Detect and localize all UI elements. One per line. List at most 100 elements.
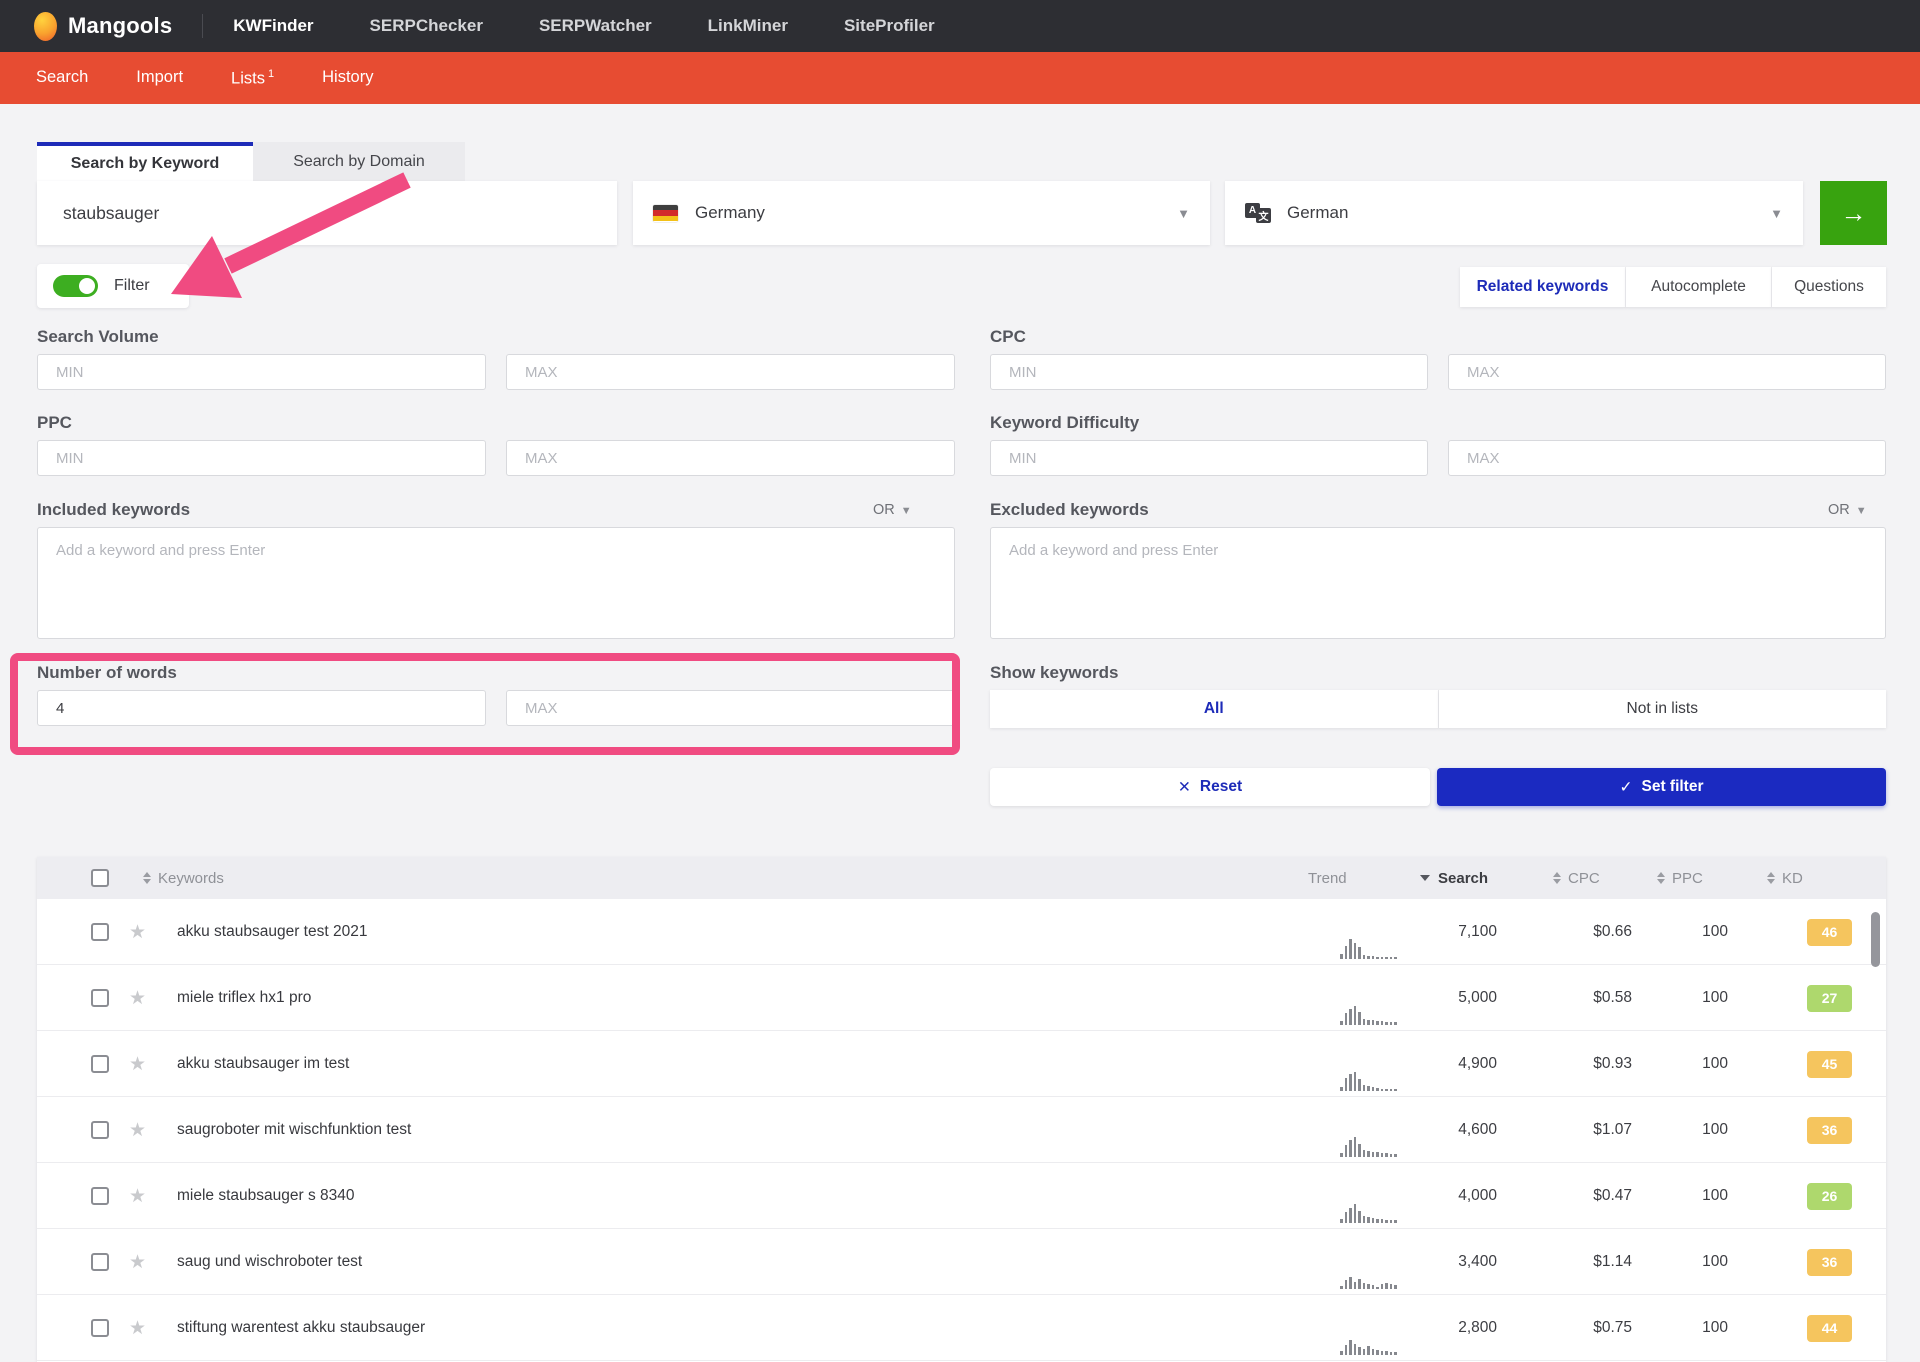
column-keywords[interactable]: Keywords: [143, 857, 224, 899]
keyword-cell[interactable]: miele staubsauger s 8340: [177, 1163, 355, 1229]
kd-badge[interactable]: 46: [1807, 919, 1852, 946]
check-icon: ✓: [1619, 778, 1632, 797]
keyword-difficulty-min-input[interactable]: [990, 440, 1428, 476]
language-select[interactable]: A文 German ▼: [1225, 181, 1803, 245]
cpc-max-input[interactable]: [1448, 354, 1886, 390]
subnav-item-history[interactable]: History: [322, 68, 373, 89]
column-kd[interactable]: KD: [1767, 857, 1803, 899]
keyword-cell[interactable]: saugroboter mit wischfunktion test: [177, 1097, 411, 1163]
set-filter-button[interactable]: ✓Set filter: [1437, 768, 1886, 806]
row-checkbox[interactable]: [91, 1319, 109, 1337]
row-checkbox[interactable]: [91, 1055, 109, 1073]
ppc-cell: 100: [1658, 1229, 1728, 1295]
kd-cell: 36: [1807, 1229, 1852, 1295]
subnav-item-import[interactable]: Import: [136, 68, 183, 89]
kd-badge[interactable]: 36: [1807, 1249, 1852, 1276]
topnav-item-kwfinder[interactable]: KWFinder: [233, 16, 313, 36]
subnav-item-search[interactable]: Search: [36, 68, 88, 89]
included-keywords-input[interactable]: [37, 527, 955, 639]
mangools-logo-icon: [34, 12, 57, 41]
row-checkbox[interactable]: [91, 989, 109, 1007]
excluded-keywords-input[interactable]: [990, 527, 1886, 639]
star-icon[interactable]: ★: [129, 1119, 146, 1142]
ppc-max-input[interactable]: [506, 440, 955, 476]
search-submit-button[interactable]: →: [1820, 181, 1887, 245]
star-icon[interactable]: ★: [129, 1317, 146, 1340]
kd-badge[interactable]: 36: [1807, 1117, 1852, 1144]
kd-badge[interactable]: 45: [1807, 1051, 1852, 1078]
row-checkbox[interactable]: [91, 923, 109, 941]
topnav-item-siteprofiler[interactable]: SiteProfiler: [844, 16, 935, 36]
excluded-operator-value: OR: [1828, 502, 1850, 518]
row-checkbox[interactable]: [91, 1187, 109, 1205]
row-checkbox[interactable]: [91, 1253, 109, 1271]
included-operator-dropdown[interactable]: OR▼: [873, 502, 912, 518]
included-keywords-label: Included keywords: [37, 500, 190, 520]
show-option-not-in-lists[interactable]: Not in lists: [1439, 690, 1887, 728]
keywords-table: Keywords Trend Search CPC PPC KD ★ akku s…: [37, 857, 1886, 1362]
result-tab-autocomplete[interactable]: Autocomplete: [1626, 267, 1772, 307]
keyword-cell[interactable]: akku staubsauger test 2021: [177, 899, 367, 965]
kd-badge[interactable]: 27: [1807, 985, 1852, 1012]
table-row: ★miele triflex hx1 pro5,000$0.5810027: [37, 965, 1886, 1031]
excluded-keywords-label: Excluded keywords: [990, 500, 1149, 520]
keyword-difficulty-max-input[interactable]: [1448, 440, 1886, 476]
star-icon[interactable]: ★: [129, 1053, 146, 1076]
column-search[interactable]: Search: [1420, 857, 1488, 899]
reset-filter-button[interactable]: ✕Reset: [990, 768, 1430, 806]
keyword-cell[interactable]: saug und wischroboter test: [177, 1229, 362, 1295]
select-all-checkbox[interactable]: [91, 869, 109, 887]
topnav-item-serpchecker[interactable]: SERPChecker: [370, 16, 483, 36]
mangools-logo[interactable]: Mangools: [0, 12, 198, 41]
star-icon[interactable]: ★: [129, 921, 146, 944]
table-row: ★ saug und wischroboter test 3,400 $1.14 100…: [37, 1229, 1886, 1295]
search-volume-cell: 4,600: [1377, 1097, 1497, 1163]
kd-badge[interactable]: 44: [1807, 1315, 1852, 1342]
kd-badge[interactable]: 26: [1807, 1183, 1852, 1210]
excluded-operator-dropdown[interactable]: OR▼: [1828, 502, 1867, 518]
included-operator-value: OR: [873, 502, 895, 518]
ppc-min-input[interactable]: [37, 440, 486, 476]
star-icon[interactable]: ★: [129, 987, 146, 1010]
ppc-cell: 100: [1658, 899, 1728, 965]
ppc-cell: 100: [1658, 965, 1728, 1031]
tab-search-by-keyword[interactable]: Search by Keyword: [37, 142, 253, 181]
row-checkbox[interactable]: [91, 1121, 109, 1139]
filter-toggle[interactable]: [53, 275, 98, 297]
table-row: ★ saugroboter mit wischfunktion test 4,600…: [37, 1097, 1886, 1163]
show-keywords-label: Show keywords: [990, 663, 1118, 683]
result-tab-related-keywords[interactable]: Related keywords: [1460, 267, 1626, 307]
search-volume-cell: 3,400: [1377, 1229, 1497, 1295]
filter-toggle-card: Filter: [37, 264, 189, 308]
badge: 1: [268, 68, 274, 80]
location-select[interactable]: Germany ▼: [633, 181, 1210, 245]
result-tab-questions[interactable]: Questions: [1772, 267, 1886, 307]
number-of-words-min-input[interactable]: [37, 690, 486, 726]
cpc-min-input[interactable]: [990, 354, 1428, 390]
tab-search-by-domain[interactable]: Search by Domain: [253, 142, 465, 181]
keyword-search-input[interactable]: [37, 181, 617, 245]
subnav-item-lists[interactable]: Lists1: [231, 68, 274, 89]
star-icon[interactable]: ★: [129, 1251, 146, 1274]
table-header: Keywords Trend Search CPC PPC KD: [37, 857, 1886, 899]
cpc-cell: $1.07: [1537, 1097, 1632, 1163]
keyword-cell[interactable]: akku staubsauger im test: [177, 1031, 349, 1097]
column-cpc[interactable]: CPC: [1553, 857, 1600, 899]
keyword-cell[interactable]: stiftung warentest akku staubsauger: [177, 1295, 425, 1361]
reset-label: Reset: [1200, 778, 1242, 796]
number-of-words-max-input[interactable]: [506, 690, 955, 726]
search-volume-max-input[interactable]: [506, 354, 955, 390]
table-row: ★akku staubsauger im test4,900$0.9310045: [37, 1031, 1886, 1097]
search-volume-cell: 7,100: [1377, 899, 1497, 965]
kd-cell: 45: [1807, 1031, 1852, 1097]
show-option-all[interactable]: All: [990, 690, 1439, 728]
cpc-cell: $0.47: [1537, 1163, 1632, 1229]
search-volume-min-input[interactable]: [37, 354, 486, 390]
topnav-item-serpwatcher[interactable]: SERPWatcher: [539, 16, 652, 36]
star-icon[interactable]: ★: [129, 1185, 146, 1208]
cpc-cell: $1.14: [1537, 1229, 1632, 1295]
keyword-cell[interactable]: miele triflex hx1 pro: [177, 965, 311, 1031]
column-ppc[interactable]: PPC: [1657, 857, 1703, 899]
topnav-item-linkminer[interactable]: LinkMiner: [708, 16, 788, 36]
table-scrollbar[interactable]: [1871, 912, 1880, 967]
